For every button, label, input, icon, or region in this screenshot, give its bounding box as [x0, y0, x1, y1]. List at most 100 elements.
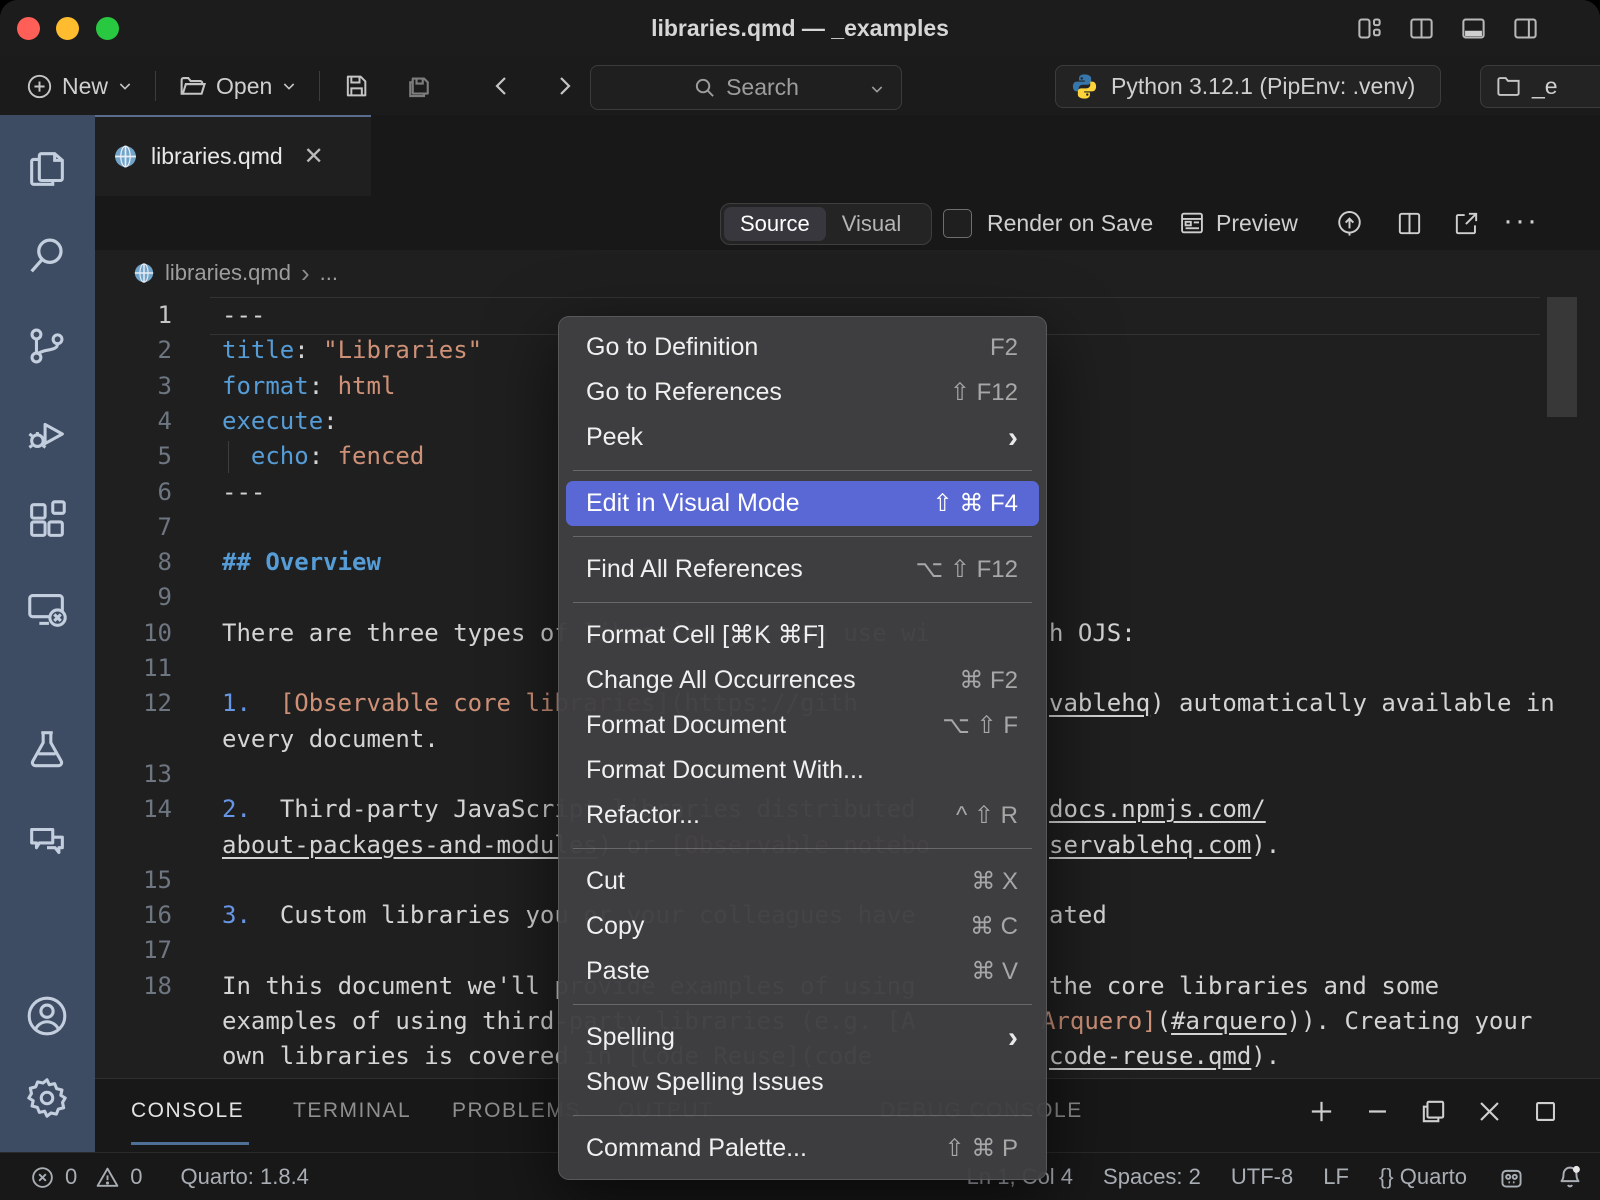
line-number: 3	[95, 368, 172, 404]
line-number: 2	[95, 332, 172, 368]
menu-item-label: Spelling	[586, 1015, 1008, 1060]
open-label: Open	[216, 73, 272, 100]
error-count[interactable]: 0	[65, 1164, 77, 1190]
panel-maximize-icon[interactable]	[1531, 1097, 1560, 1126]
explorer-files-icon[interactable]	[24, 146, 70, 192]
menu-item-command-palette[interactable]: Command Palette...⇧ ⌘ P	[566, 1126, 1039, 1171]
warnings-icon[interactable]	[95, 1165, 120, 1190]
line-number: 18	[95, 968, 172, 1004]
app-window: libraries.qmd — _examples New Open Searc…	[0, 0, 1600, 1200]
menu-item-change-all-occurrences[interactable]: Change All Occurrences⌘ F2	[566, 658, 1039, 703]
menu-item-label: Refactor...	[586, 793, 956, 838]
menu-item-format-cell-k-f[interactable]: Format Cell [⌘K ⌘F]	[566, 613, 1039, 658]
menu-item-format-document-with[interactable]: Format Document With...	[566, 748, 1039, 793]
panel-tab-terminal[interactable]: TERMINAL	[293, 1079, 411, 1143]
menu-item-refactor[interactable]: Refactor...^ ⇧ R	[566, 793, 1039, 838]
activity-bar	[0, 115, 95, 1152]
encoding[interactable]: UTF-8	[1231, 1164, 1293, 1190]
folder-open-icon	[178, 72, 207, 101]
toggle-secondary-sidebar-icon[interactable]	[1512, 15, 1539, 42]
menu-item-cut[interactable]: Cut⌘ X	[566, 859, 1039, 904]
customize-layout-icon[interactable]	[1356, 15, 1383, 42]
menu-item-label: Cut	[586, 859, 971, 904]
new-button[interactable]: New	[26, 73, 133, 100]
toolbar-separator	[155, 71, 156, 101]
extensions-icon[interactable]	[24, 498, 70, 544]
menu-item-shortcut: ⌘ C	[970, 904, 1018, 949]
panel-new-plus-icon[interactable]	[1307, 1097, 1336, 1126]
toggle-panel-icon[interactable]	[1460, 15, 1487, 42]
source-control-icon[interactable]	[24, 323, 70, 369]
menu-item-shortcut: ⌘ V	[971, 949, 1018, 994]
line-number: 4	[95, 403, 172, 439]
assistant-robot-icon[interactable]	[1497, 1163, 1526, 1192]
remote-devices-icon[interactable]	[24, 586, 70, 632]
menu-item-label: Go to Definition	[586, 325, 990, 370]
menu-item-label: Format Document	[586, 703, 942, 748]
menu-separator	[573, 1004, 1032, 1005]
panel-tab-console[interactable]: CONSOLE	[131, 1079, 244, 1143]
braces-icon: {}	[1379, 1164, 1394, 1189]
editor-scrollbar[interactable]	[1547, 297, 1577, 417]
line-number: 8	[95, 544, 172, 580]
code-text-right: Arquero](#arquero)). Creating your	[1041, 1003, 1532, 1039]
menu-item-show-spelling-issues[interactable]: Show Spelling Issues	[566, 1060, 1039, 1105]
account-icon[interactable]	[24, 993, 70, 1039]
warning-count[interactable]: 0	[130, 1164, 142, 1190]
panel-minimize-icon[interactable]	[1363, 1097, 1392, 1126]
menu-item-peek[interactable]: Peek›	[566, 415, 1039, 460]
save-icon[interactable]	[342, 72, 370, 100]
folder-icon	[1495, 73, 1522, 100]
indentation[interactable]: Spaces: 2	[1103, 1164, 1201, 1190]
new-label: New	[62, 73, 108, 100]
toolbar-separator	[319, 71, 320, 101]
errors-icon[interactable]	[30, 1165, 55, 1190]
code-text: title: "Libraries"	[222, 332, 482, 368]
eol-sequence[interactable]: LF	[1323, 1164, 1349, 1190]
forward-icon[interactable]	[552, 74, 576, 98]
menu-item-edit-in-visual-mode[interactable]: Edit in Visual Mode⇧ ⌘ F4	[566, 481, 1039, 526]
submenu-chevron-icon: ›	[1008, 417, 1018, 459]
interpreter-selector[interactable]: Python 3.12.1 (PipEnv: .venv)	[1055, 65, 1441, 108]
open-button[interactable]: Open	[178, 72, 297, 101]
line-number: 15	[95, 862, 172, 898]
split-layout-icon[interactable]	[1408, 15, 1435, 42]
search-sidebar-icon[interactable]	[24, 233, 70, 279]
workspace-button[interactable]: _e	[1480, 65, 1600, 108]
code-text-right: vablehq) automatically available in	[1049, 685, 1555, 721]
code-text: execute:	[222, 403, 338, 439]
menu-item-find-all-references[interactable]: Find All References⌥ ⇧ F12	[566, 547, 1039, 592]
back-icon[interactable]	[490, 74, 514, 98]
menu-item-shortcut: ⌘ F2	[959, 658, 1018, 703]
line-number: 13	[95, 756, 172, 792]
testing-flask-icon[interactable]	[24, 726, 70, 772]
active-panel-tab-underline	[131, 1142, 249, 1145]
menu-item-format-document[interactable]: Format Document⌥ ⇧ F	[566, 703, 1039, 748]
menu-item-label: Format Cell [⌘K ⌘F]	[586, 613, 1018, 658]
code-text: ## Overview	[222, 544, 381, 580]
menu-item-go-to-definition[interactable]: Go to DefinitionF2	[566, 325, 1039, 370]
chat-icon[interactable]	[24, 818, 70, 864]
panel-close-icon[interactable]	[1475, 1097, 1504, 1126]
panel-restore-icon[interactable]	[1419, 1097, 1448, 1126]
menu-item-go-to-references[interactable]: Go to References⇧ F12	[566, 370, 1039, 415]
menu-item-spelling[interactable]: Spelling›	[566, 1015, 1039, 1060]
run-debug-icon[interactable]	[24, 411, 70, 457]
settings-gear-icon[interactable]	[24, 1075, 70, 1121]
search-input[interactable]: Search	[590, 65, 902, 110]
language-mode[interactable]: {} Quarto	[1379, 1164, 1467, 1190]
menu-item-shortcut: ⌥ ⇧ F12	[916, 547, 1018, 592]
menu-item-label: Copy	[586, 904, 970, 949]
menu-item-copy[interactable]: Copy⌘ C	[566, 904, 1039, 949]
search-placeholder: Search	[726, 74, 799, 101]
menu-item-paste[interactable]: Paste⌘ V	[566, 949, 1039, 994]
notifications-bell-icon[interactable]	[1556, 1163, 1584, 1191]
interpreter-label: Python 3.12.1 (PipEnv: .venv)	[1111, 73, 1415, 100]
status-right: Ln 1, Col 4 Spaces: 2 UTF-8 LF {} Quarto	[967, 1153, 1584, 1200]
quarto-version[interactable]: Quarto: 1.8.4	[181, 1164, 309, 1190]
menu-item-label: Peek	[586, 415, 1008, 460]
save-all-icon[interactable]	[404, 71, 434, 101]
line-number: 11	[95, 650, 172, 686]
submenu-chevron-icon: ›	[1008, 1017, 1018, 1059]
menu-separator	[573, 536, 1032, 537]
